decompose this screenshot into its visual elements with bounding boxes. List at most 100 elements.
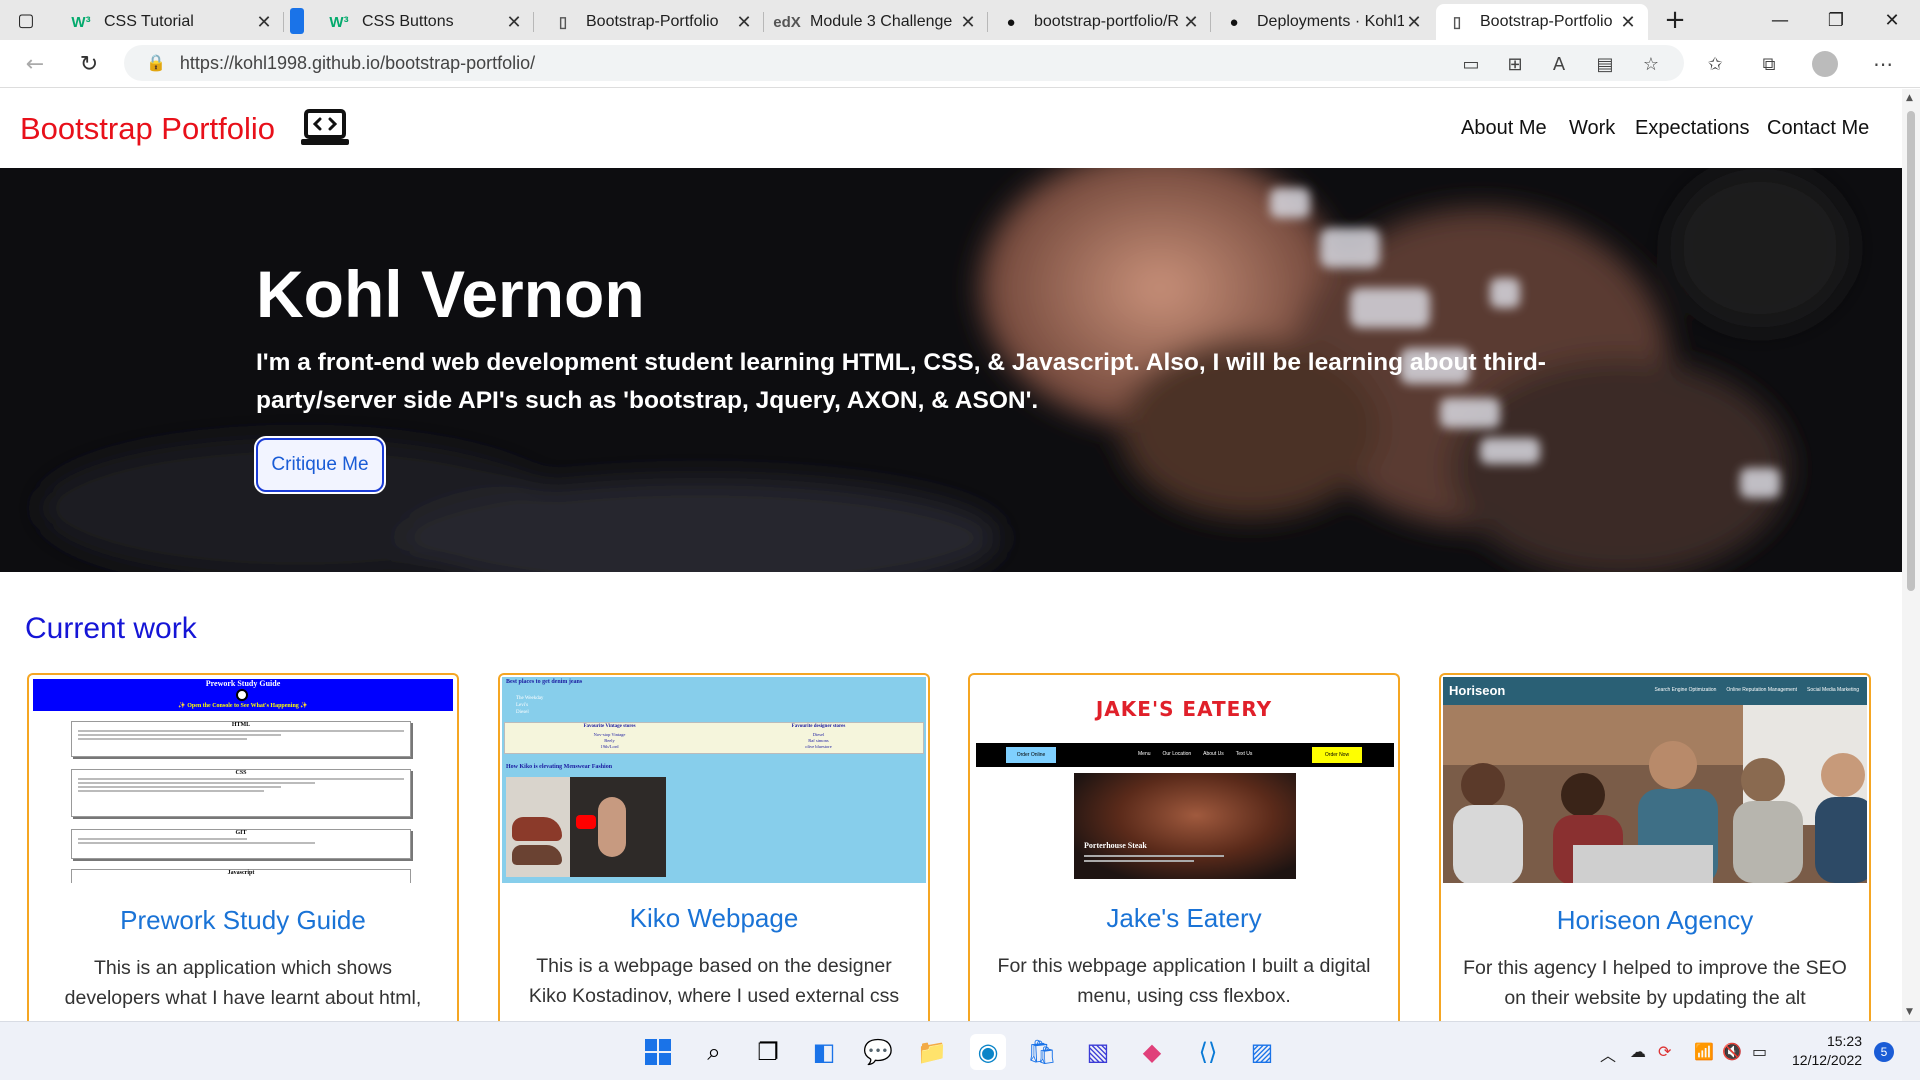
- thumb-css-label: CSS: [235, 770, 247, 776]
- play-icon[interactable]: [576, 815, 596, 829]
- card-title[interactable]: Kiko Webpage: [500, 903, 928, 934]
- close-window-button[interactable]: ✕: [1864, 0, 1920, 40]
- thumb-nav-links: Menu Our Location About Us Text Us: [1138, 751, 1252, 757]
- project-card-kiko[interactable]: Best places to get denim jeans The Weekd…: [498, 673, 930, 1033]
- thumb-brand: Horiseon: [1449, 683, 1506, 698]
- close-tab-icon[interactable]: ✕: [1181, 12, 1201, 33]
- laptop-code-icon: [301, 109, 349, 145]
- page-scrollbar[interactable]: ▲ ▼: [1902, 89, 1920, 1021]
- device-icon[interactable]: ▭: [1458, 52, 1484, 76]
- file-explorer-icon[interactable]: 📁: [914, 1034, 950, 1070]
- browser-tab[interactable]: ● bootstrap-portfolio/R ✕: [990, 4, 1211, 40]
- tab-actions-icon[interactable]: ▢: [0, 0, 52, 40]
- store-icon[interactable]: 🛍: [1024, 1034, 1060, 1070]
- horiseon-thumbnail[interactable]: Horiseon Search Engine Optimization Onlin…: [1443, 677, 1867, 883]
- edge-browser-icon[interactable]: ◉: [970, 1034, 1006, 1070]
- app-icon[interactable]: ▧: [1080, 1034, 1116, 1070]
- refresh-icon[interactable]: ↻: [72, 48, 106, 80]
- nav-contact-me[interactable]: Contact Me: [1767, 117, 1869, 140]
- thumb-video[interactable]: [506, 777, 666, 877]
- immersive-reader-icon[interactable]: ▤: [1592, 52, 1618, 76]
- collections-icon[interactable]: ⧉: [1756, 52, 1782, 76]
- browser-tab[interactable]: edX Module 3 Challenge ✕: [766, 4, 988, 40]
- browser-tab[interactable]: W³ CSS Buttons ✕: [318, 4, 534, 40]
- lock-icon: 🔒: [146, 55, 166, 72]
- close-tab-icon[interactable]: ✕: [1618, 12, 1638, 33]
- thumb-order-now: Order Now: [1312, 747, 1362, 763]
- thumb-team-photo: [1443, 705, 1867, 883]
- favorites-icon[interactable]: ✩: [1702, 52, 1728, 76]
- clock[interactable]: 15:23 12/12/2022: [1792, 1032, 1862, 1070]
- project-card-horiseon[interactable]: Horiseon Search Engine Optimization Onlin…: [1439, 673, 1871, 1033]
- close-tab-icon[interactable]: ✕: [734, 12, 754, 33]
- nav-work[interactable]: Work: [1569, 117, 1615, 140]
- card-title[interactable]: Jake's Eatery: [970, 903, 1398, 934]
- nav-expectations[interactable]: Expectations: [1635, 117, 1750, 140]
- task-view-icon[interactable]: ❐: [750, 1034, 786, 1070]
- widgets-icon[interactable]: ◧: [806, 1034, 842, 1070]
- thumb-cell: olive bluestore: [805, 744, 832, 749]
- read-aloud-icon[interactable]: A: [1546, 52, 1572, 76]
- tab-title: Deployments · Kohl1: [1257, 13, 1404, 30]
- close-tab-icon[interactable]: ✕: [504, 12, 524, 33]
- battery-icon[interactable]: ▭: [1752, 1042, 1767, 1061]
- minimize-button[interactable]: —: [1752, 0, 1808, 40]
- app-icon-colorful[interactable]: ◆: [1134, 1034, 1170, 1070]
- browser-tab[interactable]: ● Deployments · Kohl1 ✕: [1213, 4, 1434, 40]
- brand-link[interactable]: Bootstrap Portfolio: [20, 111, 275, 147]
- back-arrow-icon[interactable]: ←: [18, 48, 52, 80]
- wifi-icon[interactable]: 📶: [1694, 1042, 1714, 1061]
- teams-chat-icon[interactable]: 💬: [860, 1034, 896, 1070]
- scrollbar-thumb[interactable]: [1907, 111, 1915, 591]
- scroll-up-icon[interactable]: ▲: [1906, 93, 1913, 103]
- project-card-prework[interactable]: Prework Study Guide ✨ Open the Console t…: [27, 673, 459, 1033]
- url-text: https://kohl1998.github.io/bootstrap-por…: [179, 52, 536, 73]
- url-field[interactable]: 🔒 https://kohl1998.github.io/bootstrap-p…: [124, 45, 1684, 81]
- update-icon[interactable]: ⟳: [1658, 1042, 1671, 1061]
- project-card-jakes[interactable]: JAKE'S EATERY Order Online Menu Our Locat…: [968, 673, 1400, 1033]
- profile-avatar[interactable]: [1812, 51, 1838, 77]
- prework-thumbnail[interactable]: Prework Study Guide ✨ Open the Console t…: [31, 677, 455, 883]
- browser-tab[interactable]: W³ CSS Tutorial ✕: [60, 4, 284, 40]
- browser-tab[interactable]: ▯ Bootstrap-Portfolio ✕: [1436, 4, 1648, 40]
- vscode-icon[interactable]: ⟨⟩: [1190, 1034, 1226, 1070]
- thumb-git-box: GIT: [71, 829, 411, 859]
- nav-about-me[interactable]: About Me: [1461, 117, 1547, 140]
- hero-banner: Kohl Vernon I'm a front-end web developm…: [0, 168, 1902, 572]
- thumb-list-item: The Weekday: [516, 696, 544, 701]
- card-title[interactable]: Prework Study Guide: [29, 905, 457, 936]
- tab-separator: [533, 12, 534, 32]
- address-bar-row: ← ↻ 🔒 https://kohl1998.github.io/bootstr…: [0, 40, 1920, 88]
- restore-button[interactable]: ❐: [1808, 0, 1864, 40]
- section-title: Current work: [25, 612, 197, 645]
- kiko-thumbnail[interactable]: Best places to get denim jeans The Weekd…: [502, 677, 926, 883]
- close-tab-icon[interactable]: ✕: [1404, 12, 1424, 33]
- critique-me-button[interactable]: Critique Me: [256, 438, 384, 492]
- more-menu-icon[interactable]: ⋯: [1870, 52, 1896, 76]
- thumb-css-box: CSS: [71, 769, 411, 817]
- start-icon[interactable]: [640, 1034, 676, 1070]
- volume-muted-icon[interactable]: 🔇: [1722, 1042, 1742, 1061]
- thumb-navbar: Order Online Menu Our Location About Us Tex…: [976, 743, 1394, 767]
- search-icon[interactable]: ⌕: [696, 1034, 732, 1070]
- photos-icon[interactable]: ▨: [1244, 1034, 1280, 1070]
- onedrive-icon[interactable]: ☁: [1630, 1042, 1646, 1061]
- thumb-js-box: Javascript: [71, 869, 411, 883]
- tab-separator: [1210, 12, 1211, 32]
- close-tab-icon[interactable]: ✕: [254, 12, 274, 33]
- jakes-thumbnail[interactable]: JAKE'S EATERY Order Online Menu Our Locat…: [972, 677, 1396, 883]
- thumb-nav-link: Online Reputation Management: [1726, 687, 1798, 693]
- thumb-list-item: Levi's: [516, 703, 529, 708]
- tray-overflow-icon[interactable]: ︿: [1600, 1042, 1616, 1066]
- browser-tab[interactable]: ▯ Bootstrap-Portfolio ✕: [542, 4, 764, 40]
- hero-intro-text: I'm a front-end web development student …: [256, 349, 1546, 414]
- new-tab-button[interactable]: +: [1650, 0, 1700, 40]
- apps-icon[interactable]: ⊞: [1502, 52, 1528, 76]
- notification-badge[interactable]: 5: [1874, 1042, 1894, 1062]
- tab-title: Bootstrap-Portfolio: [586, 13, 719, 30]
- close-tab-icon[interactable]: ✕: [958, 12, 978, 33]
- thumb-nav-link: Menu: [1138, 751, 1151, 757]
- card-title[interactable]: Horiseon Agency: [1441, 905, 1869, 936]
- scroll-down-icon[interactable]: ▼: [1906, 1007, 1913, 1017]
- favorite-star-icon[interactable]: ☆: [1638, 52, 1664, 76]
